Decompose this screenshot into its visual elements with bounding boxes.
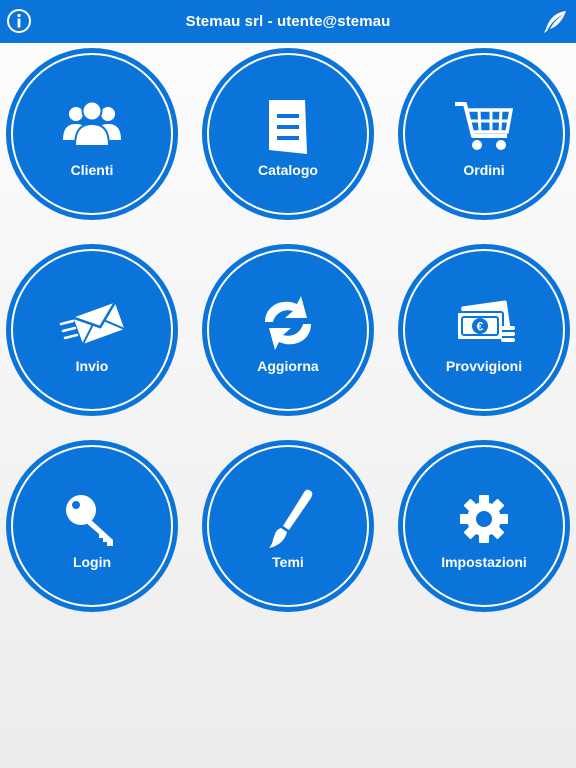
- tile-catalogo[interactable]: Catalogo: [204, 50, 372, 218]
- tile-clienti[interactable]: Clienti: [8, 50, 176, 218]
- tile-label: Ordini: [463, 162, 505, 178]
- tile-aggiorna[interactable]: Aggiorna: [204, 246, 372, 414]
- top-bar: Stemau srl - utente@stemau: [0, 0, 576, 43]
- refresh-icon: [265, 296, 311, 350]
- tile-label: Impostazioni: [441, 554, 527, 570]
- tile-label: Catalogo: [258, 162, 318, 178]
- cart-icon: [455, 102, 514, 150]
- key-icon: [66, 495, 113, 546]
- tile-label: Login: [72, 554, 112, 570]
- tile-provvigioni[interactable]: € Provvigioni: [400, 246, 568, 414]
- app-title: Stemau srl - utente@stemau: [185, 13, 391, 30]
- tile-label: Invio: [75, 358, 109, 374]
- feather-logo-icon: [544, 11, 566, 33]
- catalog-icon: [269, 100, 307, 154]
- tile-invio[interactable]: Invio: [8, 246, 176, 414]
- tile-label: Temi: [272, 554, 304, 570]
- tile-label: Provvigioni: [445, 358, 523, 374]
- users-icon: [63, 100, 121, 147]
- tile-impostazioni[interactable]: Impostazioni: [400, 442, 568, 610]
- money-icon: €: [456, 300, 515, 342]
- gear-icon: [460, 495, 508, 543]
- brush-icon: [269, 489, 313, 548]
- send-mail-icon: [59, 301, 125, 345]
- tile-label: Clienti: [70, 162, 114, 178]
- tile-ordini[interactable]: Ordini: [400, 50, 568, 218]
- tile-label: Aggiorna: [257, 358, 319, 374]
- tile-login[interactable]: Login: [8, 442, 176, 610]
- svg-text:€: €: [477, 320, 484, 334]
- tile-temi[interactable]: Temi: [204, 442, 372, 610]
